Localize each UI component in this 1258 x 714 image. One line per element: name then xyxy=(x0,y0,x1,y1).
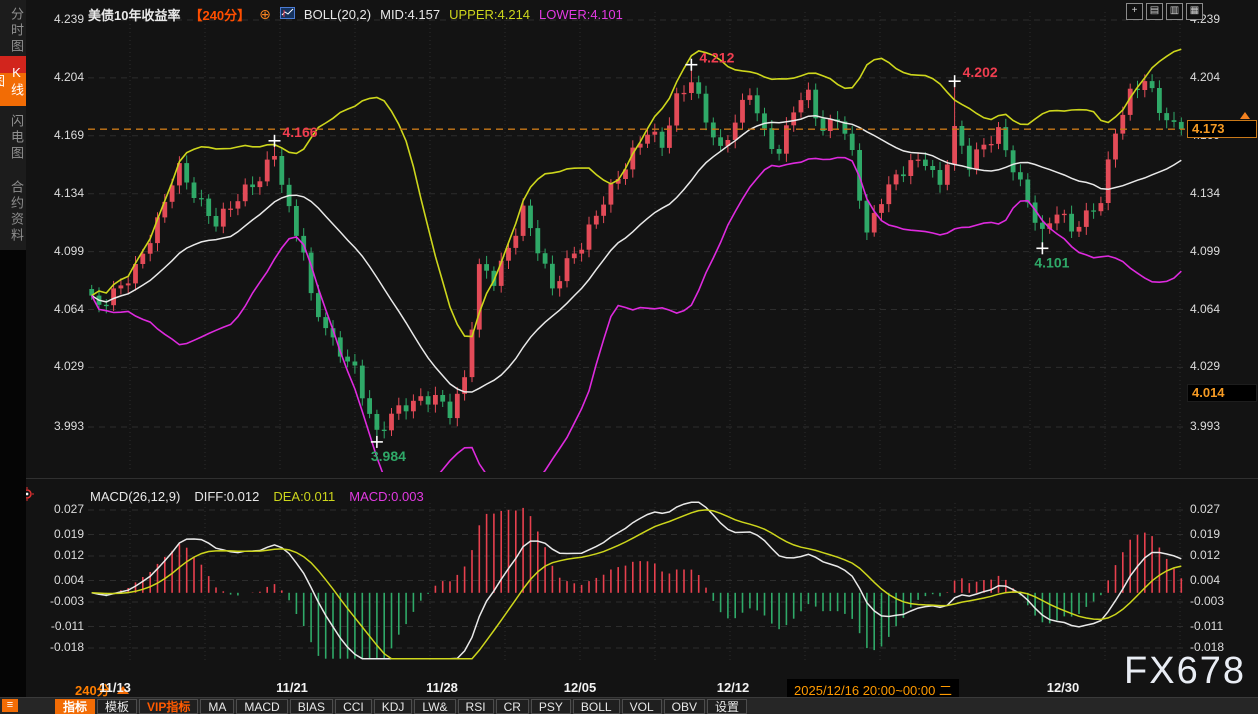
sidebar-tab-contract-info[interactable]: 合约资料 xyxy=(0,174,26,250)
menu-icon[interactable]: ≡ xyxy=(2,699,18,712)
toolbar-button-OBV[interactable]: OBV xyxy=(664,699,705,714)
chart-canvas[interactable]: 4.166 4.212 4.202 4.101 3.984 xyxy=(0,0,1258,714)
price-tick-left: 4.204 xyxy=(44,70,84,84)
toolbar-button-MACD[interactable]: MACD xyxy=(236,699,287,714)
toolbar-button-VIP指标[interactable]: VIP指标 xyxy=(139,699,198,714)
macd-tick-right: -0.003 xyxy=(1190,594,1242,608)
macd-tick-right: 0.004 xyxy=(1190,573,1242,587)
toolbar-button-CCI[interactable]: CCI xyxy=(335,699,372,714)
price-tick-left: 3.993 xyxy=(44,419,84,433)
svg-text:4.101: 4.101 xyxy=(1034,254,1069,270)
pane-layout-icon-3[interactable]: ▦ xyxy=(1186,3,1203,20)
crosshair-icon[interactable]: + xyxy=(1126,3,1143,20)
price-marker-arrow xyxy=(1240,112,1250,119)
period-tag: 【240分】 xyxy=(189,5,250,24)
toolbar-button-BOLL[interactable]: BOLL xyxy=(573,699,620,714)
x-axis-date-label: 11/21 xyxy=(276,680,308,695)
price-tick-right: 4.134 xyxy=(1190,186,1242,200)
macd-tick-right: -0.011 xyxy=(1190,619,1242,633)
x-axis-date-label: 11/13 xyxy=(99,680,131,695)
macd-hist-value: MACD:0.003 xyxy=(349,489,423,504)
indicator-toolbar: 指标模板VIP指标MAMACDBIASCCIKDJLW&RSICRPSYBOLL… xyxy=(0,697,1258,714)
toolbar-button-VOL[interactable]: VOL xyxy=(622,699,662,714)
svg-text:4.166: 4.166 xyxy=(282,124,317,140)
macd-label: MACD(26,12,9) xyxy=(90,489,180,504)
x-axis-date-label: 12/30 xyxy=(1047,680,1080,695)
chart-window-controls: + ▤ ▥ ▦ xyxy=(1126,3,1203,20)
chart-type-sidebar: 分时图 K线图 闪电图 合约资料 xyxy=(0,0,26,714)
svg-text:4.202: 4.202 xyxy=(963,64,998,80)
macd-tick-left: -0.003 xyxy=(44,594,84,608)
add-indicator-icon[interactable]: ⊕ xyxy=(259,6,271,23)
boll-mid-value: MID:4.157 xyxy=(380,7,440,22)
secondary-price-box: 4.014 xyxy=(1187,384,1257,402)
price-tick-right: 4.099 xyxy=(1190,244,1242,258)
macd-tick-left: -0.018 xyxy=(44,640,84,654)
macd-tick-right: 0.027 xyxy=(1190,502,1242,516)
sidebar-tab-flash[interactable]: 闪电图 xyxy=(0,110,26,166)
sidebar-tab-kline[interactable]: K线图 xyxy=(0,56,26,106)
toolbar-button-LW&[interactable]: LW& xyxy=(414,699,455,714)
macd-tick-left: 0.027 xyxy=(44,502,84,516)
price-tick-left: 4.239 xyxy=(44,12,84,26)
kline-icon xyxy=(280,7,295,22)
macd-diff-value: DIFF:0.012 xyxy=(194,489,259,504)
macd-header: MACD(26,12,9) DIFF:0.012 DEA:0.011 MACD:… xyxy=(90,489,424,504)
price-tick-left: 4.169 xyxy=(44,128,84,142)
x-axis: 240分 11/1311/2111/2812/0512/1212/30 2025… xyxy=(0,679,1258,697)
x-axis-date-label: 12/12 xyxy=(717,680,750,695)
macd-tick-left: 0.004 xyxy=(44,573,84,587)
toolbar-button-BIAS[interactable]: BIAS xyxy=(290,699,333,714)
trading-app-window: 4.166 4.212 4.202 4.101 3.984 分时图 K线图 闪电图 合约… xyxy=(0,0,1258,714)
x-axis-date-label: 11/28 xyxy=(426,680,458,695)
macd-tick-right: 0.019 xyxy=(1190,527,1242,541)
price-tick-right: 4.064 xyxy=(1190,302,1242,316)
macd-tick-left: 0.019 xyxy=(44,527,84,541)
pane-layout-icon-1[interactable]: ▤ xyxy=(1146,3,1163,20)
toolbar-button-KDJ[interactable]: KDJ xyxy=(374,699,413,714)
x-axis-date-label: 12/05 xyxy=(564,680,597,695)
price-tick-left: 4.134 xyxy=(44,186,84,200)
toolbar-button-CR[interactable]: CR xyxy=(496,699,529,714)
boll-label: BOLL(20,2) xyxy=(304,7,371,22)
price-tick-right: 4.204 xyxy=(1190,70,1242,84)
toolbar-button-设置[interactable]: 设置 xyxy=(707,699,747,714)
boll-lower-value: LOWER:4.101 xyxy=(539,7,623,22)
boll-upper-value: UPPER:4.214 xyxy=(449,7,530,22)
chart-header: 美债10年收益率 【240分】 ⊕ BOLL(20,2) MID:4.157 U… xyxy=(88,5,623,23)
toolbar-button-RSI[interactable]: RSI xyxy=(458,699,494,714)
toolbar-button-MA[interactable]: MA xyxy=(200,699,234,714)
toolbar-button-PSY[interactable]: PSY xyxy=(531,699,571,714)
svg-text:4.212: 4.212 xyxy=(699,50,734,66)
macd-tick-right: 0.012 xyxy=(1190,548,1242,562)
macd-tick-left: -0.011 xyxy=(44,619,84,633)
pane-layout-icon-2[interactable]: ▥ xyxy=(1166,3,1183,20)
symbol-title: 美债10年收益率 xyxy=(88,5,180,24)
svg-text:3.984: 3.984 xyxy=(371,448,406,464)
panel-divider xyxy=(26,478,1258,479)
macd-dea-value: DEA:0.011 xyxy=(273,489,335,504)
price-tick-left: 4.029 xyxy=(44,359,84,373)
macd-tick-left: 0.012 xyxy=(44,548,84,562)
sidebar-tab-timeline[interactable]: 分时图 xyxy=(0,6,26,56)
price-tick-left: 4.064 xyxy=(44,302,84,316)
price-tick-left: 4.099 xyxy=(44,244,84,258)
price-tick-right: 4.029 xyxy=(1190,359,1242,373)
toolbar-button-模板[interactable]: 模板 xyxy=(97,699,137,714)
current-price-box: 4.173 xyxy=(1187,120,1257,138)
price-tick-right: 3.993 xyxy=(1190,419,1242,433)
toolbar-button-指标[interactable]: 指标 xyxy=(55,699,95,714)
